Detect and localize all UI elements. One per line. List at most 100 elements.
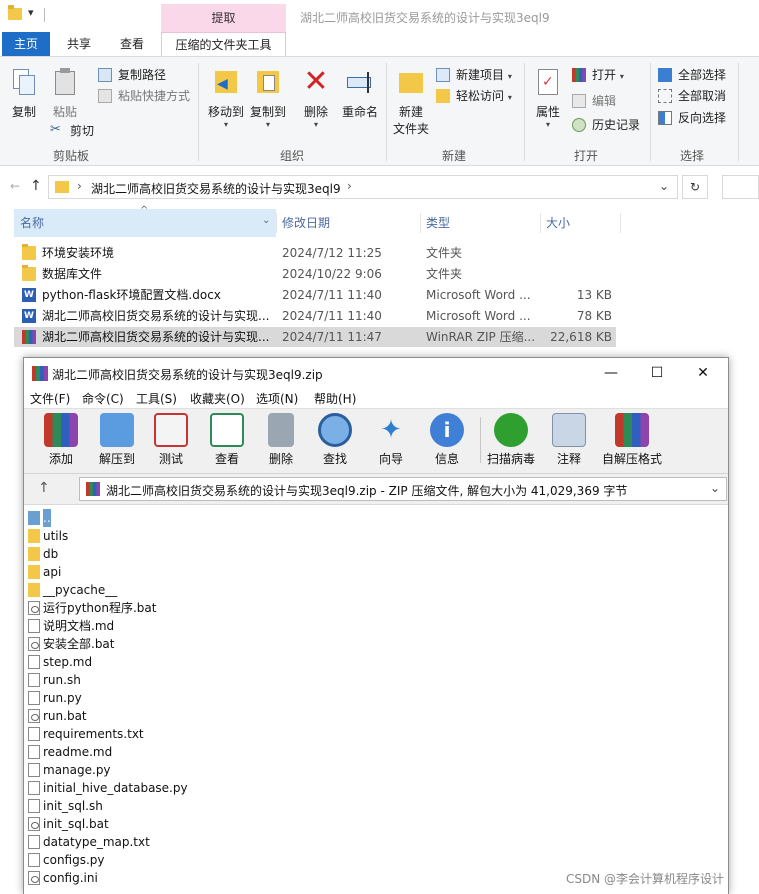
winrar-menu-bar: 文件(F) 命令(C) 工具(S) 收藏夹(O) 选项(N) 帮助(H) [24, 388, 728, 408]
select-all-button[interactable]: 全部选择 [658, 65, 726, 85]
easy-access-button[interactable]: 轻松访问 ▾ [436, 86, 512, 106]
copy-to-button[interactable]: 复制到 ▾ [246, 67, 290, 129]
history-button[interactable]: 历史记录 [572, 115, 640, 135]
winrar-window-title: 湖北二师高校旧货交易系统的设计与实现3eql9.zip [52, 368, 323, 382]
breadcrumb-separator-icon: › [347, 179, 352, 193]
file-size: 22,618 KB [550, 330, 612, 344]
open-button[interactable]: 打开 ▾ [572, 65, 624, 85]
maximize-icon[interactable]: ☐ [634, 358, 680, 388]
divider [44, 8, 45, 22]
new-folder-label-line1: 新建 [398, 105, 423, 119]
column-header-type[interactable]: 类型 [420, 209, 540, 237]
archive-entry-name: run.sh [43, 673, 81, 687]
search-input[interactable] [722, 175, 759, 199]
invert-selection-button[interactable]: 反向选择 [658, 108, 726, 128]
winrar-icon [32, 366, 48, 381]
column-size-label: 大小 [546, 216, 571, 230]
quick-access-dropdown-icon[interactable]: ▾ [28, 6, 34, 19]
file-row[interactable]: W 湖北二师高校旧货交易系统的设计与实现... 2024/7/11 11:40 … [14, 306, 616, 326]
address-bar[interactable]: › 湖北二师高校旧货交易系统的设计与实现3eql9 › ⌄ [48, 175, 678, 199]
up-arrow-icon[interactable]: ↑ [30, 178, 42, 194]
add-button[interactable]: 添加 [32, 413, 90, 467]
open-label: 打开 [592, 68, 617, 82]
file-date: 2024/7/11 11:40 [282, 309, 382, 323]
close-icon[interactable]: ✕ [680, 358, 726, 388]
file-icon [28, 673, 40, 687]
column-name-label: 名称 [20, 216, 45, 230]
paste-button[interactable]: 粘贴 [48, 67, 82, 120]
folder-icon [22, 244, 36, 260]
tab-view[interactable]: 查看 [108, 32, 156, 56]
properties-icon: ✓ [533, 67, 563, 97]
tab-compressed-folder-tools[interactable]: 压缩的文件夹工具 [161, 32, 286, 56]
minimize-icon[interactable]: — [588, 358, 634, 388]
test-button[interactable]: 测试 [142, 413, 200, 467]
file-date: 2024/7/12 11:25 [282, 246, 382, 260]
file-row[interactable]: 环境安装环境 2024/7/12 11:25 文件夹 [14, 243, 616, 263]
column-header-date[interactable]: 修改日期 [276, 209, 420, 237]
new-item-label: 新建项目 [456, 68, 505, 82]
delete-button[interactable]: ✕ 删除 ▾ [298, 67, 334, 130]
file-icon [28, 835, 40, 849]
new-item-button[interactable]: 新建项目 ▾ [436, 65, 512, 85]
copy-path-button[interactable]: 复制路径 [98, 65, 166, 85]
copy-button[interactable]: 复制 [8, 67, 40, 120]
cut-button[interactable]: ✂ 剪切 [50, 121, 94, 141]
new-folder-button[interactable]: 新建 文件夹 [390, 67, 432, 137]
extract-to-button[interactable]: 解压到 [88, 413, 146, 467]
sfx-button[interactable]: 自解压格式 [600, 413, 664, 467]
refresh-icon[interactable]: ↻ [682, 175, 708, 199]
menu-help[interactable]: 帮助(H) [314, 390, 356, 407]
breadcrumb-current[interactable]: 湖北二师高校旧货交易系统的设计与实现3eql9 [91, 180, 341, 197]
menu-commands[interactable]: 命令(C) [82, 390, 124, 407]
context-tab-extract[interactable]: 提取 [161, 4, 286, 32]
back-arrow-icon[interactable]: ← [10, 179, 20, 193]
breadcrumb-separator-icon: › [77, 179, 82, 193]
properties-button[interactable]: ✓ 属性 ▾ [530, 67, 566, 129]
view-button[interactable]: 查看 [198, 413, 256, 467]
menu-file[interactable]: 文件(F) [30, 390, 70, 407]
select-none-label: 全部取消 [678, 89, 727, 103]
batch-file-icon [28, 637, 40, 651]
menu-options[interactable]: 选项(N) [256, 390, 298, 407]
archive-entry-name: .. [43, 509, 51, 527]
up-arrow-icon[interactable]: ↑ [38, 480, 50, 496]
folder-icon [8, 5, 22, 20]
scan-virus-button[interactable]: 扫描病毒 [482, 413, 540, 467]
delete-archive-button[interactable]: 删除 [252, 413, 310, 467]
info-button[interactable]: i 信息 [418, 413, 476, 467]
chevron-down-icon[interactable]: ⌄ [710, 481, 720, 495]
address-dropdown-icon[interactable]: ⌄ [659, 179, 669, 193]
tab-home[interactable]: 主页 [2, 32, 50, 56]
select-none-button[interactable]: 全部取消 [658, 86, 726, 106]
edit-button[interactable]: 编辑 [572, 91, 616, 111]
file-row-selected[interactable]: 湖北二师高校旧货交易系统的设计与实现... 2024/7/11 11:47 Wi… [14, 327, 616, 347]
delete-label: 删除 [268, 452, 293, 466]
paste-shortcut-button[interactable]: 粘贴快捷方式 [98, 86, 190, 106]
menu-tools[interactable]: 工具(S) [136, 390, 177, 407]
move-to-button[interactable]: ◀ 移动到 ▾ [204, 67, 248, 129]
file-size: 78 KB [576, 309, 612, 323]
archive-entry-name: run.bat [43, 709, 87, 723]
menu-favorites[interactable]: 收藏夹(O) [190, 390, 245, 407]
file-row[interactable]: 数据库文件 2024/10/22 9:06 文件夹 [14, 264, 616, 284]
archive-entry-name: utils [43, 529, 69, 543]
wizard-button[interactable]: ✦ 向导 [362, 413, 420, 467]
properties-label: 属性 [535, 105, 560, 119]
delete-dropdown-icon: ▾ [313, 120, 318, 129]
file-icon [28, 799, 40, 813]
file-row[interactable]: W python-flask环境配置文档.docx 2024/7/11 11:4… [14, 285, 616, 305]
column-header-size[interactable]: 大小 [540, 209, 620, 237]
add-archive-icon [44, 413, 78, 447]
sfx-label: 自解压格式 [601, 452, 662, 466]
archive-entry[interactable]: .. [26, 509, 56, 527]
archive-entry-name: db [43, 547, 59, 561]
column-chevron-icon[interactable]: ⌄ [262, 215, 270, 226]
comment-button[interactable]: 注释 [540, 413, 598, 467]
archive-entry-name: step.md [43, 655, 93, 669]
tab-share[interactable]: 共享 [52, 32, 106, 56]
archive-path-dropdown[interactable]: 湖北二师高校旧货交易系统的设计与实现3eql9.zip - ZIP 压缩文件, … [79, 477, 727, 501]
file-type: 文件夹 [426, 246, 463, 260]
rename-button[interactable]: 重命名 [338, 67, 382, 120]
find-button[interactable]: 查找 [306, 413, 364, 467]
